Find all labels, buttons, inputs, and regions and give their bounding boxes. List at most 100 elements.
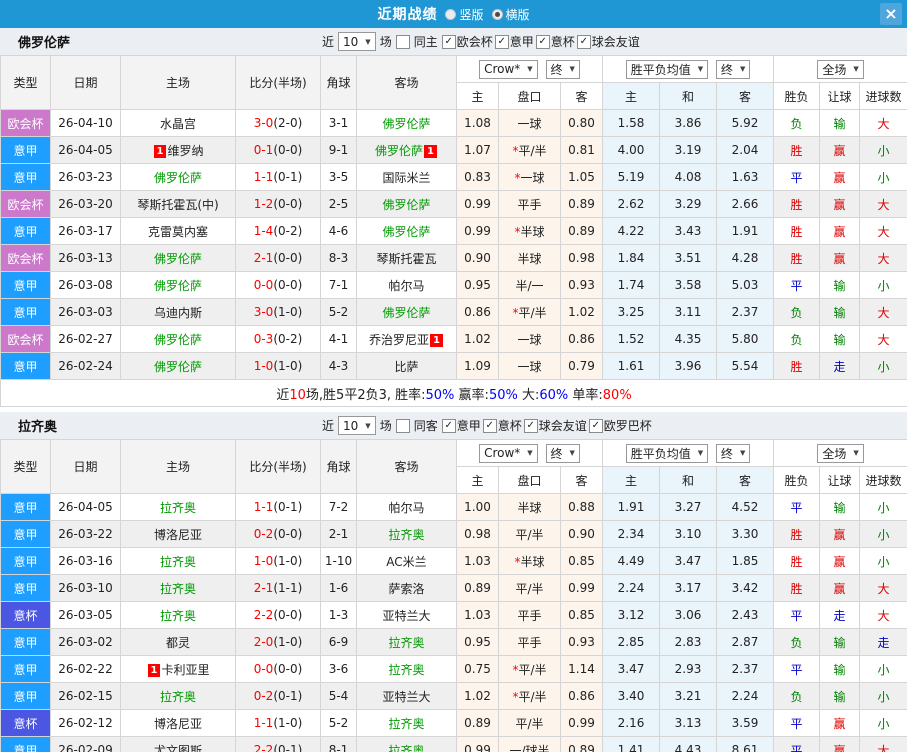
home-team[interactable]: 佛罗伦萨 <box>120 271 236 299</box>
match-date: 26-03-05 <box>50 601 121 629</box>
home-team[interactable]: 拉齐奥 <box>120 493 236 521</box>
competition-checkbox[interactable]: ✓ <box>535 34 550 49</box>
home-team[interactable]: 博洛尼亚 <box>120 709 236 737</box>
radio-selected-icon <box>491 8 503 20</box>
corner-score: 1-3 <box>320 601 357 629</box>
home-handicap-odds: 1.02 <box>456 682 499 710</box>
goals-result-text: 小 <box>877 662 890 677</box>
matches-table: 类型 日期 主场 比分(半场) 角球 客场 Crow* ▼ 终 ▼ 胜平负均值 … <box>0 55 907 407</box>
avg-odds-select[interactable]: 胜平负均值 ▼ <box>625 59 709 79</box>
avg-away-odds: 3.30 <box>715 520 775 548</box>
match-count-select[interactable]: 10 ▼ <box>338 32 376 51</box>
away-team[interactable]: 萨索洛 <box>356 574 457 602</box>
home-team[interactable]: 都灵 <box>120 628 236 656</box>
away-team[interactable]: 佛罗伦萨 <box>356 109 457 137</box>
away-team[interactable]: AC米兰 <box>356 547 457 575</box>
scope-select[interactable]: 全场 ▼ <box>817 59 864 79</box>
home-team[interactable]: 乌迪内斯 <box>120 298 236 326</box>
same-venue-checkbox[interactable] <box>395 34 410 49</box>
match-count-select[interactable]: 10 ▼ <box>338 416 376 435</box>
home-team[interactable]: 佛罗伦萨 <box>120 163 236 191</box>
handicap-text: 平/半 <box>518 143 547 158</box>
odds-source-select[interactable]: Crow* ▼ <box>479 59 538 79</box>
competition-checkbox[interactable]: ✓ <box>482 418 497 433</box>
corner-score: 6-9 <box>320 628 357 656</box>
home-team[interactable]: 水晶宫 <box>120 109 236 137</box>
avg-away-odds: 1.63 <box>715 163 775 191</box>
away-team[interactable]: 亚特兰大 <box>356 601 457 629</box>
score: 1-1(0-1) <box>235 163 321 191</box>
home-team[interactable]: 1 卡利亚里 <box>120 655 236 683</box>
avg-time-select[interactable]: 终 ▼ <box>715 443 751 463</box>
home-team[interactable]: 琴斯托霍瓦(中) <box>120 190 236 218</box>
away-team[interactable]: 拉齐奥 <box>356 655 457 683</box>
odds-time-select[interactable]: 终 ▼ <box>545 59 580 79</box>
avg-time-select[interactable]: 终 ▼ <box>715 59 751 79</box>
away-team[interactable]: 拉齐奥 <box>356 520 457 548</box>
halftime-score: (0-2) <box>273 224 303 238</box>
chevron-down-icon: ▼ <box>697 449 704 457</box>
goals-result-cell: 小 <box>859 709 907 737</box>
away-team[interactable]: 拉齐奥 <box>356 709 457 737</box>
avg-away-odds: 2.04 <box>715 136 775 164</box>
horizontal-layout-radio[interactable]: 横版 <box>491 6 530 23</box>
handicap-result-cell: 赢 <box>819 520 861 548</box>
away-team[interactable]: 拉齐奥 <box>356 736 457 752</box>
home-team[interactable]: 尤文图斯 <box>120 736 236 752</box>
home-team[interactable]: 拉齐奥 <box>120 601 236 629</box>
goals-result-text: 小 <box>877 278 890 293</box>
same-venue-checkbox[interactable] <box>395 418 410 433</box>
away-team[interactable]: 比萨 <box>356 352 457 380</box>
competition-checkbox[interactable]: ✓ <box>441 34 456 49</box>
goals-result-text: 小 <box>877 359 890 374</box>
competition-checkbox[interactable]: ✓ <box>494 34 509 49</box>
away-team[interactable]: 乔治罗尼亚 1 <box>356 325 457 353</box>
chevron-down-icon: ▼ <box>527 449 533 457</box>
score: 3-0(1-0) <box>235 298 321 326</box>
avg-win-odds: 4.49 <box>602 547 660 575</box>
result-cell: 平 <box>773 493 821 521</box>
avg-away-odds: 5.92 <box>715 109 775 137</box>
away-team[interactable]: 帕尔马 <box>356 493 457 521</box>
handicap-result-text: 赢 <box>833 143 846 158</box>
away-team[interactable]: 国际米兰 <box>356 163 457 191</box>
avg-odds-select[interactable]: 胜平负均值 ▼ <box>625 443 709 463</box>
home-team[interactable]: 佛罗伦萨 <box>120 244 236 272</box>
away-team[interactable]: 琴斯托霍瓦 <box>356 244 457 272</box>
home-team[interactable]: 拉齐奥 <box>120 682 236 710</box>
away-team[interactable]: 亚特兰大 <box>356 682 457 710</box>
home-team[interactable]: 佛罗伦萨 <box>120 352 236 380</box>
home-team[interactable]: 博洛尼亚 <box>120 520 236 548</box>
home-team[interactable]: 1 维罗纳 <box>120 136 236 164</box>
col-header-avg-draw: 和 <box>659 82 717 110</box>
odds-source-select[interactable]: Crow* ▼ <box>479 443 538 463</box>
team-name-text: 拉齐奥 <box>159 581 196 596</box>
match-date: 26-04-10 <box>50 109 121 137</box>
competition-checkbox[interactable]: ✓ <box>441 418 456 433</box>
match-date: 26-03-08 <box>50 271 121 299</box>
home-team[interactable]: 佛罗伦萨 <box>120 325 236 353</box>
competition-checkbox[interactable]: ✓ <box>523 418 538 433</box>
away-team[interactable]: 拉齐奥 <box>356 628 457 656</box>
away-handicap-odds: 0.88 <box>560 493 603 521</box>
home-team[interactable]: 克雷莫内塞 <box>120 217 236 245</box>
away-team[interactable]: 佛罗伦萨 <box>356 190 457 218</box>
competition-checkbox[interactable]: ✓ <box>588 418 603 433</box>
col-header-handicap: 盘口 <box>498 466 561 494</box>
competition-badge: 欧会杯 <box>0 109 51 137</box>
away-team[interactable]: 佛罗伦萨 <box>356 298 457 326</box>
home-team[interactable]: 拉齐奥 <box>120 547 236 575</box>
away-team[interactable]: 佛罗伦萨 1 <box>356 136 457 164</box>
competition-checkbox[interactable]: ✓ <box>576 34 591 49</box>
score: 2-0(1-0) <box>235 628 321 656</box>
home-team[interactable]: 拉齐奥 <box>120 574 236 602</box>
scope-select[interactable]: 全场 ▼ <box>817 443 864 463</box>
corner-score: 7-2 <box>320 493 357 521</box>
odds-time-select[interactable]: 终 ▼ <box>545 443 580 463</box>
close-button[interactable]: × <box>880 3 902 25</box>
away-team[interactable]: 帕尔马 <box>356 271 457 299</box>
vertical-layout-radio[interactable]: 竖版 <box>445 6 484 23</box>
away-team[interactable]: 佛罗伦萨 <box>356 217 457 245</box>
col-header-home: 主场 <box>120 439 236 494</box>
team-section: 佛罗伦萨 近 10 ▼ 场 同主 ✓欧会杯✓意甲✓意杯✓球会友谊 <box>0 28 907 407</box>
